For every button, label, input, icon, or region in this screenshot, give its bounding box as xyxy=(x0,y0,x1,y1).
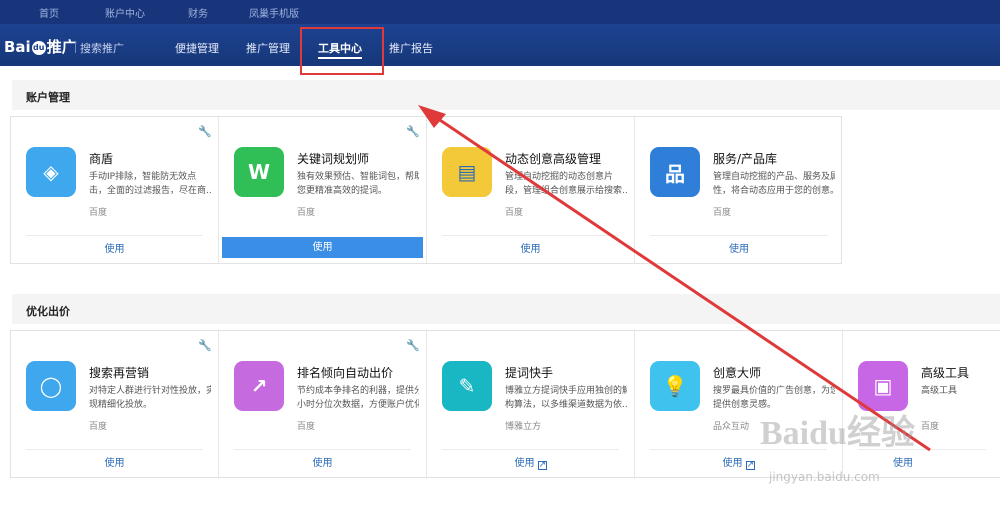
main-nav-bar: Bai du 推广 搜索推广 便捷管理 推广管理 工具中心 推广报告 xyxy=(0,24,1000,66)
tool-desc: 管理自动挖掘的动态创意片 段，管理组合创意展示给搜索... xyxy=(505,172,627,196)
tool-source: 百度 xyxy=(505,208,524,218)
divider xyxy=(442,235,619,236)
tool-card-advanced-tools[interactable]: ▣ 高级工具 高级工具 百度 使用 xyxy=(843,331,1000,477)
lightbulb-icon: 💡 xyxy=(650,361,700,411)
divider xyxy=(26,449,203,450)
top-link-finance[interactable]: 财务 xyxy=(188,5,208,20)
wrench-icon[interactable]: 🔧 xyxy=(198,340,212,352)
divider xyxy=(442,449,619,450)
divider xyxy=(26,235,203,236)
tool-name: 商盾 xyxy=(89,152,114,166)
tool-source: 百度 xyxy=(89,208,108,218)
tool-desc: 管理自动挖掘的产品、服务及属 性，将合动态应用于您的创意。 xyxy=(713,172,835,196)
tool-card-dynamic-creative[interactable]: ▤ 动态创意高级管理 管理自动挖掘的动态创意片 段，管理组合创意展示给搜索... … xyxy=(427,117,635,263)
use-button[interactable]: 使用 xyxy=(635,240,843,255)
tool-name: 提词快手 xyxy=(505,366,554,380)
watermark-url: jingyan.baidu.com xyxy=(769,470,880,484)
trend-up-icon: ↗ xyxy=(234,361,284,411)
tool-desc: 手动IP排除，智能防无效点 击，全面的过滤报告，尽在商... xyxy=(89,172,211,196)
tool-card-keyword-quick[interactable]: ✎ 提词快手 博雅立方提词快手应用独创的解 构算法，以多维渠道数据为依... 博雅… xyxy=(427,331,635,477)
use-button[interactable]: 使用 xyxy=(893,454,913,469)
tool-desc: 对特定人群进行针对性投放，实 现精细化投放。 xyxy=(89,386,211,410)
wrench-icon[interactable]: 🔧 xyxy=(198,126,212,138)
use-button[interactable]: 使用 xyxy=(11,240,218,255)
tool-desc: 节约成本争排名的利器，提供分 小时分位次数据，方便账户优化 xyxy=(297,386,419,410)
use-button[interactable]: 使用 xyxy=(219,454,426,469)
tool-card-remarketing[interactable]: ◯ 搜索再营销 对特定人群进行针对性投放，实 现精细化投放。 百度 🔧 使用 xyxy=(11,331,219,477)
use-button[interactable]: 使用 xyxy=(222,237,423,258)
tool-source: 百度 xyxy=(297,208,316,218)
annotation-highlight-box xyxy=(300,27,384,75)
tool-source: 百度 xyxy=(89,422,108,432)
tool-card-auto-bid[interactable]: ↗ 排名倾向自动出价 节约成本争排名的利器，提供分 小时分位次数据，方便账户优化 … xyxy=(219,331,427,477)
shield-icon: ◈ xyxy=(26,147,76,197)
wrench-icon[interactable]: 🔧 xyxy=(406,340,420,352)
top-link-account[interactable]: 账户中心 xyxy=(105,5,145,20)
tool-name: 排名倾向自动出价 xyxy=(297,366,394,380)
tool-row-account: ◈ 商盾 手动IP排除，智能防无效点 击，全面的过滤报告，尽在商... 百度 🔧 … xyxy=(10,116,842,264)
paw-icon: du xyxy=(31,41,46,55)
top-link-mobile[interactable]: 凤巢手机版 xyxy=(249,5,299,20)
document-arrow-icon: ▤ xyxy=(442,147,492,197)
tool-source: 百度 xyxy=(713,208,732,218)
external-link-icon: ↗ xyxy=(745,460,755,470)
tool-source: 品众互动 xyxy=(713,422,750,432)
tool-source: 百度 xyxy=(297,422,316,432)
tool-source: 博雅立方 xyxy=(505,422,542,432)
external-link-icon: ↗ xyxy=(537,460,547,470)
tool-card-keyword-planner[interactable]: W 关键词规划师 独有效果预估、智能词包，帮助 您更精准高效的提词。 百度 🔧 使… xyxy=(219,117,427,263)
tool-card-creative-master[interactable]: 💡 创意大师 搜罗最具价值的广告创意，为您 提供创意灵感。 品众互动 使用 ↗ xyxy=(635,331,843,477)
tool-name: 服务/产品库 xyxy=(713,152,778,166)
tool-card-shangdun[interactable]: ◈ 商盾 手动IP排除，智能防无效点 击，全面的过滤报告，尽在商... 百度 🔧 … xyxy=(11,117,219,263)
top-link-home[interactable]: 首页 xyxy=(39,5,59,20)
nav-tab-quick-manage[interactable]: 便捷管理 xyxy=(175,40,219,56)
use-button[interactable]: 使用 xyxy=(427,240,634,255)
use-button[interactable]: 使用 ↗ xyxy=(635,454,842,470)
tool-name: 高级工具 xyxy=(921,366,970,380)
edit-document-icon: ✎ xyxy=(442,361,492,411)
toolbox-icon: ▣ xyxy=(858,361,908,411)
top-utility-bar: 首页 账户中心 财务 凤巢手机版 xyxy=(0,0,1000,24)
tool-name: 动态创意高级管理 xyxy=(505,152,602,166)
tool-desc: 独有效果预估、智能词包，帮助 您更精准高效的提词。 xyxy=(297,172,419,196)
use-button[interactable]: 使用 xyxy=(11,454,218,469)
hierarchy-icon: 品 xyxy=(650,147,700,197)
section-title-bidding: 优化出价 xyxy=(12,294,1000,324)
divider xyxy=(234,449,411,450)
tool-name: 搜索再营销 xyxy=(89,366,150,380)
tool-row-bidding: ◯ 搜索再营销 对特定人群进行针对性投放，实 现精细化投放。 百度 🔧 使用 ↗ … xyxy=(10,330,1000,478)
nav-tab-reports[interactable]: 推广报告 xyxy=(389,40,433,56)
tool-source: 百度 xyxy=(921,422,940,432)
folder-w-icon: W xyxy=(234,147,284,197)
tool-name: 关键词规划师 xyxy=(297,152,370,166)
section-title-account: 账户管理 xyxy=(12,80,1000,110)
wrench-icon[interactable]: 🔧 xyxy=(406,126,420,138)
tool-desc: 博雅立方提词快手应用独创的解 构算法，以多维渠道数据为依... xyxy=(505,386,627,410)
baidu-jingyan-watermark: Baidu经验 xyxy=(760,415,915,452)
baidu-logo[interactable]: Bai du 推广 xyxy=(4,36,77,57)
user-icon: ◯ xyxy=(26,361,76,411)
nav-tab-promotion-manage[interactable]: 推广管理 xyxy=(246,40,290,56)
tool-name: 创意大师 xyxy=(713,366,762,380)
use-button[interactable]: 使用 ↗ xyxy=(427,454,634,470)
tool-card-product-library[interactable]: 品 服务/产品库 管理自动挖掘的产品、服务及属 性，将合动态应用于您的创意。 百度… xyxy=(635,117,843,263)
search-promotion-label: 搜索推广 xyxy=(75,41,124,55)
tool-desc: 高级工具 xyxy=(921,386,958,396)
divider xyxy=(650,235,828,236)
